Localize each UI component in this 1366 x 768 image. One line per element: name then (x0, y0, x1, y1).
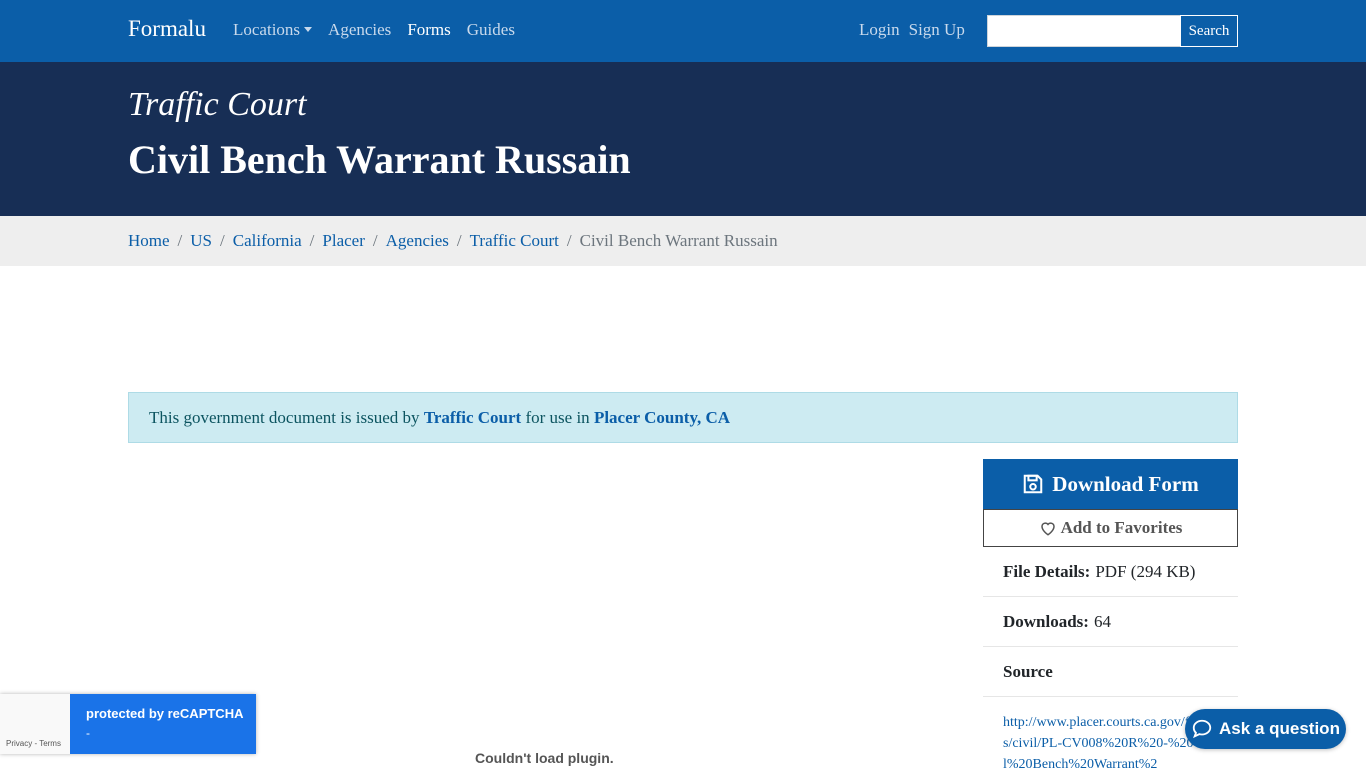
add-to-favorites-button[interactable]: Add to Favorites (983, 509, 1238, 547)
alert-agency-link[interactable]: Traffic Court (424, 408, 521, 427)
breadcrumb: Home / US / California / Placer / Agenci… (128, 231, 778, 251)
breadcrumb-california[interactable]: California (233, 231, 302, 251)
main-nav: Locations Agencies Forms Guides (233, 20, 531, 40)
breadcrumb-separator: / (372, 231, 378, 250)
breadcrumb-current: Civil Bench Warrant Russain (579, 231, 778, 250)
file-details-value: PDF (294 KB) (1095, 561, 1196, 581)
signup-link[interactable]: Sign Up (909, 20, 965, 40)
file-details-label: File Details: (1003, 561, 1091, 581)
recaptcha-badge[interactable]: Privacy - Terms protected by reCAPTCHA - (0, 694, 256, 754)
breadcrumb-home[interactable]: Home (128, 231, 170, 251)
breadcrumb-separator: / (309, 231, 315, 250)
breadcrumb-us[interactable]: US (190, 231, 212, 251)
download-form-button[interactable]: Download Form (983, 459, 1238, 509)
file-details-row: File Details: PDF (294 KB) (983, 547, 1238, 597)
breadcrumb-separator: / (566, 231, 572, 250)
recaptcha-dash: - (86, 726, 90, 740)
top-navbar: Formalu Locations Agencies Forms Guides … (0, 0, 1366, 62)
agency-subtitle: Traffic Court (128, 86, 307, 123)
brand-logo[interactable]: Formalu (128, 16, 206, 42)
chevron-down-icon (304, 26, 313, 32)
auth-links: Login Sign Up (859, 20, 974, 40)
ask-question-label: Ask a question (1219, 719, 1340, 738)
recaptcha-logo-area: Privacy - Terms (0, 694, 70, 754)
page-header: Traffic Court Civil Bench Warrant Russai… (0, 62, 1366, 216)
breadcrumb-separator: / (220, 231, 225, 250)
nav-locations[interactable]: Locations (233, 20, 313, 40)
nav-agencies[interactable]: Agencies (328, 20, 391, 40)
breadcrumb-bar: Home / US / California / Placer / Agenci… (0, 216, 1366, 266)
search-input[interactable] (987, 15, 1181, 47)
download-form-label: Download Form (1052, 471, 1199, 496)
breadcrumb-placer[interactable]: Placer (322, 231, 364, 251)
nav-forms[interactable]: Forms (407, 20, 450, 40)
page-title: Civil Bench Warrant Russain (128, 137, 631, 182)
ask-question-button[interactable]: Ask a question (1185, 709, 1346, 749)
heart-icon (1040, 522, 1055, 536)
alert-location-link[interactable]: Placer County, CA (594, 408, 730, 427)
downloads-label: Downloads: (1003, 611, 1089, 631)
breadcrumb-traffic-court[interactable]: Traffic Court (470, 231, 559, 251)
downloads-value: 64 (1093, 611, 1111, 631)
nav-guides[interactable]: Guides (467, 20, 515, 40)
alert-prefix: This government document is issued by (149, 408, 420, 427)
plugin-error-message: Couldn't load plugin. (475, 750, 614, 766)
source-row: Source (983, 647, 1238, 697)
breadcrumb-separator: / (456, 231, 462, 250)
source-label: Source (1003, 661, 1053, 681)
nav-locations-label: Locations (233, 20, 301, 39)
add-to-favorites-label: Add to Favorites (1060, 518, 1183, 537)
breadcrumb-separator: / (177, 231, 183, 250)
issuer-alert: This government document is issued by Tr… (128, 392, 1238, 443)
recaptcha-panel: protected by reCAPTCHA - (70, 694, 256, 754)
save-icon (1024, 474, 1043, 494)
recaptcha-text: protected by reCAPTCHA (86, 706, 244, 721)
search-button[interactable]: Search (1180, 15, 1238, 47)
login-link[interactable]: Login (859, 20, 900, 40)
downloads-row: Downloads: 64 (983, 597, 1238, 647)
recaptcha-terms[interactable]: Privacy - Terms (6, 739, 61, 748)
chat-bubble-icon (1192, 719, 1212, 739)
alert-middle: for use in (525, 408, 590, 427)
breadcrumb-agencies[interactable]: Agencies (386, 231, 449, 251)
